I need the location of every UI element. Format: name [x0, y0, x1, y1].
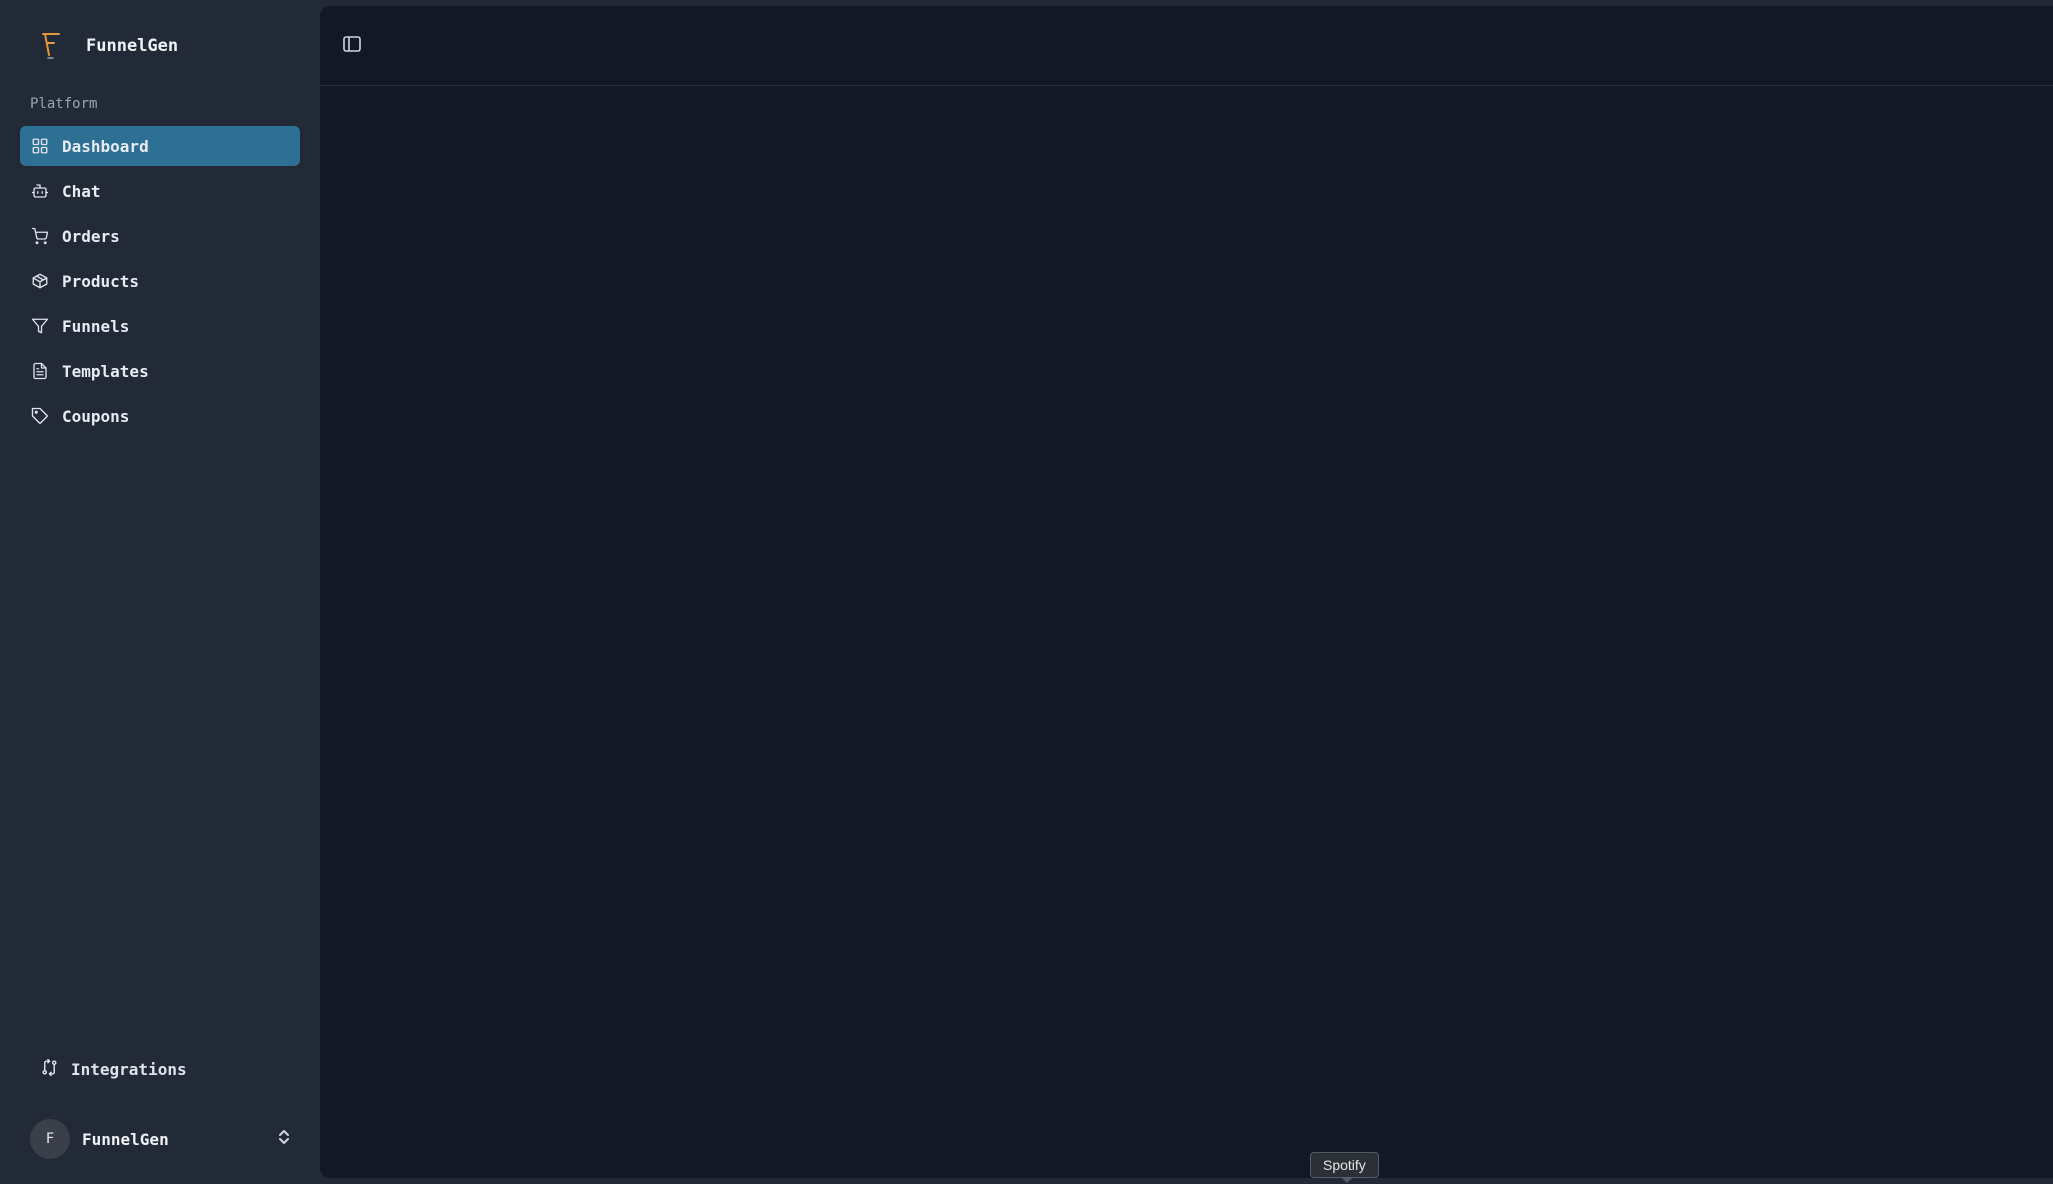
sidebar-item-label: Templates	[62, 361, 149, 381]
brand-name: FunnelGen	[86, 36, 179, 56]
box-icon	[30, 271, 50, 291]
funnelgen-logo-icon	[38, 30, 64, 62]
sidebar-item-label: Funnels	[62, 316, 130, 336]
dock-tooltip: Spotify	[1310, 1152, 1379, 1183]
sidebar-item-templates[interactable]: Templates	[20, 351, 300, 391]
section-label-platform: Platform	[30, 96, 98, 112]
user-menu[interactable]: F FunnelGen	[30, 1118, 292, 1160]
document-icon	[30, 361, 50, 381]
integrations-icon	[40, 1058, 59, 1081]
sidebar-toggle-icon[interactable]	[342, 34, 362, 58]
sidebar-item-products[interactable]: Products	[20, 261, 300, 301]
chevrons-up-down-icon	[276, 1128, 292, 1150]
cart-icon	[30, 226, 50, 246]
sidebar-item-label: Dashboard	[62, 136, 149, 156]
tag-icon	[30, 406, 50, 426]
sidebar-item-label: Coupons	[62, 406, 130, 426]
user-name: FunnelGen	[82, 1129, 169, 1149]
top-bar	[320, 6, 2053, 86]
sidebar-nav: Dashboard Chat Orders Products Funnels T…	[20, 126, 300, 441]
sidebar-item-label: Orders	[62, 226, 120, 246]
filter-icon	[30, 316, 50, 336]
sidebar-item-coupons[interactable]: Coupons	[20, 396, 300, 436]
sidebar-item-chat[interactable]: Chat	[20, 171, 300, 211]
bot-icon	[30, 181, 50, 201]
sidebar-item-dashboard[interactable]: Dashboard	[20, 126, 300, 166]
main-content	[320, 6, 2053, 1178]
sidebar: FunnelGen Platform Dashboard Chat Orders	[0, 0, 320, 1184]
sidebar-item-funnels[interactable]: Funnels	[20, 306, 300, 346]
integrations-label: Integrations	[71, 1059, 187, 1079]
integrations-link[interactable]: Integrations	[30, 1050, 300, 1088]
sidebar-item-label: Chat	[62, 181, 101, 201]
sidebar-item-orders[interactable]: Orders	[20, 216, 300, 256]
sidebar-item-label: Products	[62, 271, 140, 291]
avatar: F	[30, 1119, 70, 1159]
grid-icon	[30, 136, 50, 156]
brand[interactable]: FunnelGen	[38, 28, 178, 64]
